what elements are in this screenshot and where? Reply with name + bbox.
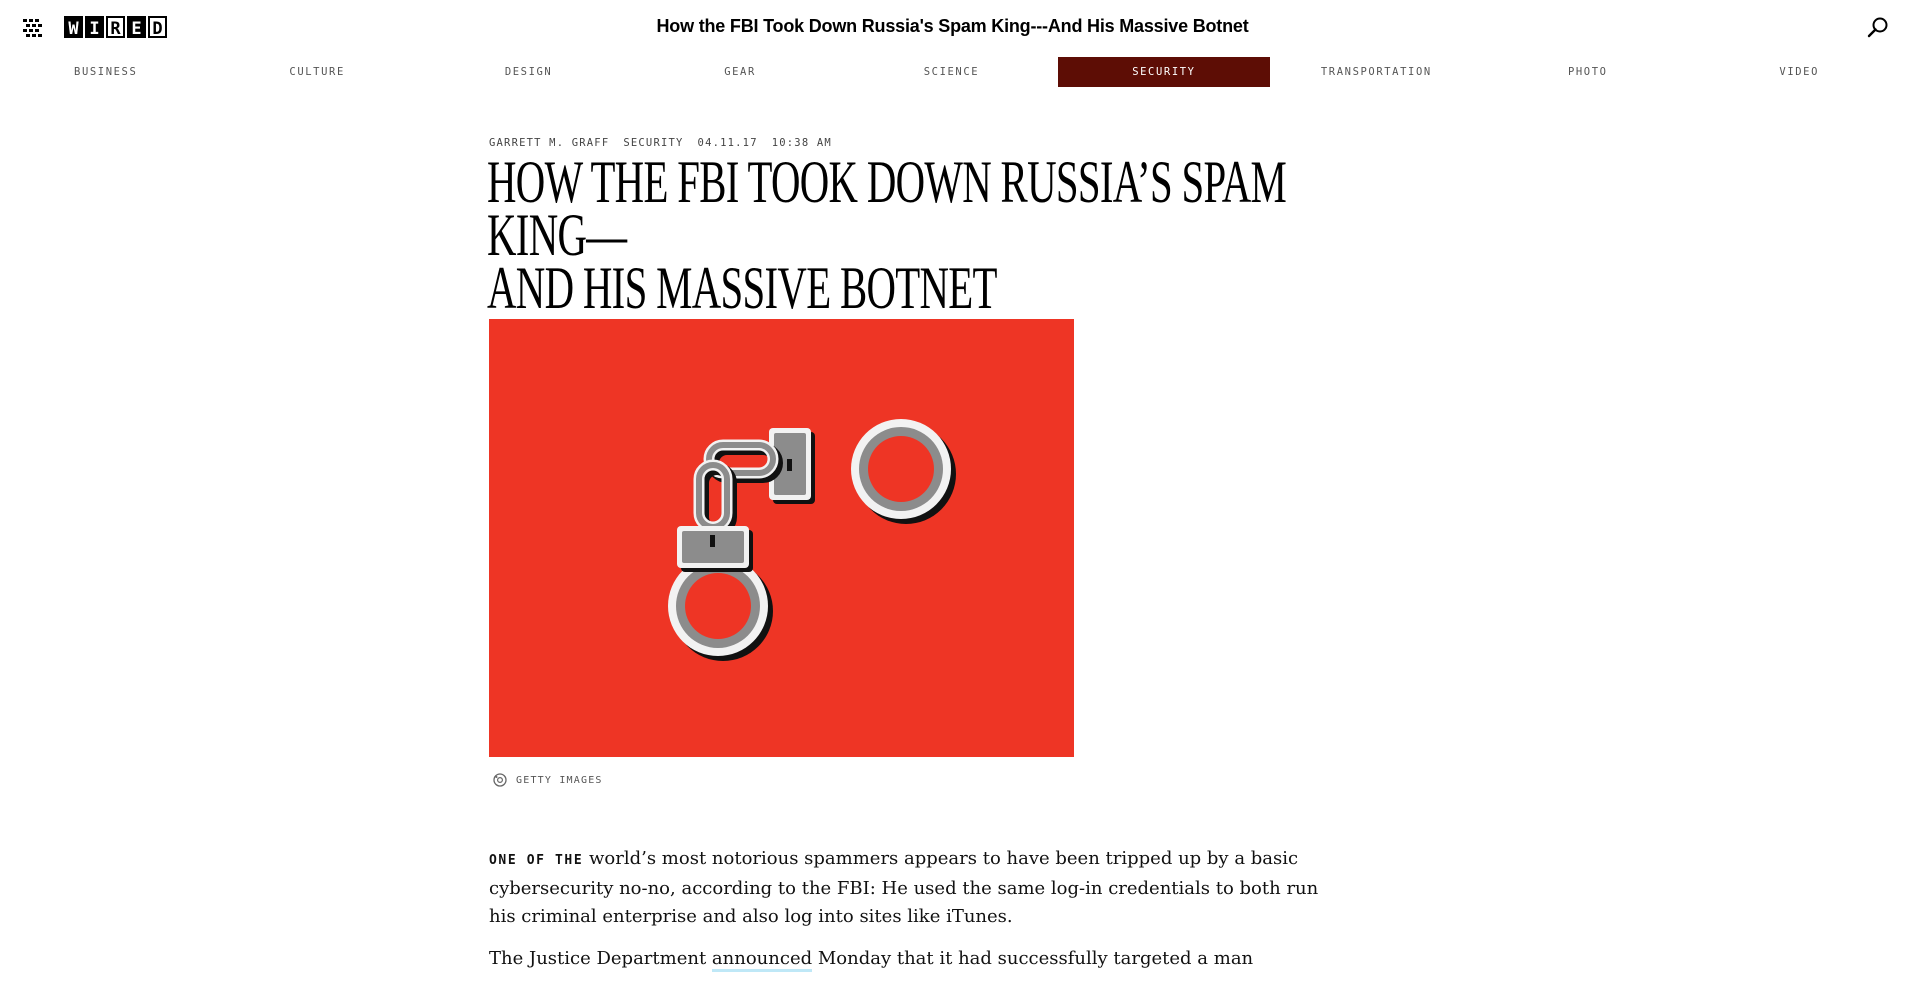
headline-line-1: How the FBI Took Down Russia’s Spam King… — [487, 149, 1287, 268]
publish-date: 04.11.17 — [697, 137, 758, 149]
nav-item-design[interactable]: DESIGN — [423, 57, 634, 87]
publish-time: 10:38 AM — [771, 137, 832, 149]
image-caption: GETTY IMAGES — [492, 773, 603, 787]
paragraph-text: The Justice Department — [489, 948, 712, 969]
nav-item-culture[interactable]: CULTURE — [211, 57, 422, 87]
paragraph-text: world’s most notorious spammers appears … — [489, 848, 1319, 927]
article-body: ONE OF THE world’s most notorious spamme… — [489, 845, 1329, 987]
nav-item-business[interactable]: BUSINESS — [0, 57, 211, 87]
nav-item-gear[interactable]: GEAR — [634, 57, 845, 87]
headline-line-2: And His Massive Botnet — [487, 255, 997, 321]
search-icon[interactable] — [1866, 15, 1890, 39]
nav-item-video[interactable]: VIDEO — [1694, 57, 1905, 87]
page-title: How the FBI Took Down Russia's Spam King… — [656, 16, 1249, 36]
lead-in: ONE OF THE — [489, 853, 584, 868]
top-bar: W I R E D How the FBI Took Down Russia's… — [0, 0, 1905, 54]
nav-item-science[interactable]: SCIENCE — [846, 57, 1057, 87]
article-headline: How the FBI Took Down Russia’s Spam King… — [487, 152, 1371, 318]
paragraph: ONE OF THE world’s most notorious spamme… — [489, 845, 1329, 931]
nav-item-transportation[interactable]: TRANSPORTATION — [1271, 57, 1482, 87]
hero-image — [489, 319, 1074, 757]
article-meta: GARRETT M. GRAFF SECURITY 04.11.17 10:38… — [489, 137, 832, 149]
caption-credit: GETTY IMAGES — [516, 774, 603, 786]
paragraph: The Justice Department announced Monday … — [489, 945, 1329, 973]
nav-item-photo[interactable]: PHOTO — [1482, 57, 1693, 87]
author-link[interactable]: GARRETT M. GRAFF — [489, 137, 609, 149]
nav-item-security[interactable]: SECURITY — [1058, 57, 1270, 87]
camera-credit-icon — [493, 773, 507, 787]
section-nav: BUSINESS CULTURE DESIGN GEAR SCIENCE SEC… — [0, 57, 1905, 87]
section-link[interactable]: SECURITY — [623, 137, 683, 149]
paragraph-text: Monday that it had successfully targeted… — [812, 948, 1254, 969]
announced-link[interactable]: announced — [711, 948, 813, 972]
handcuffs-illustration — [668, 419, 956, 661]
